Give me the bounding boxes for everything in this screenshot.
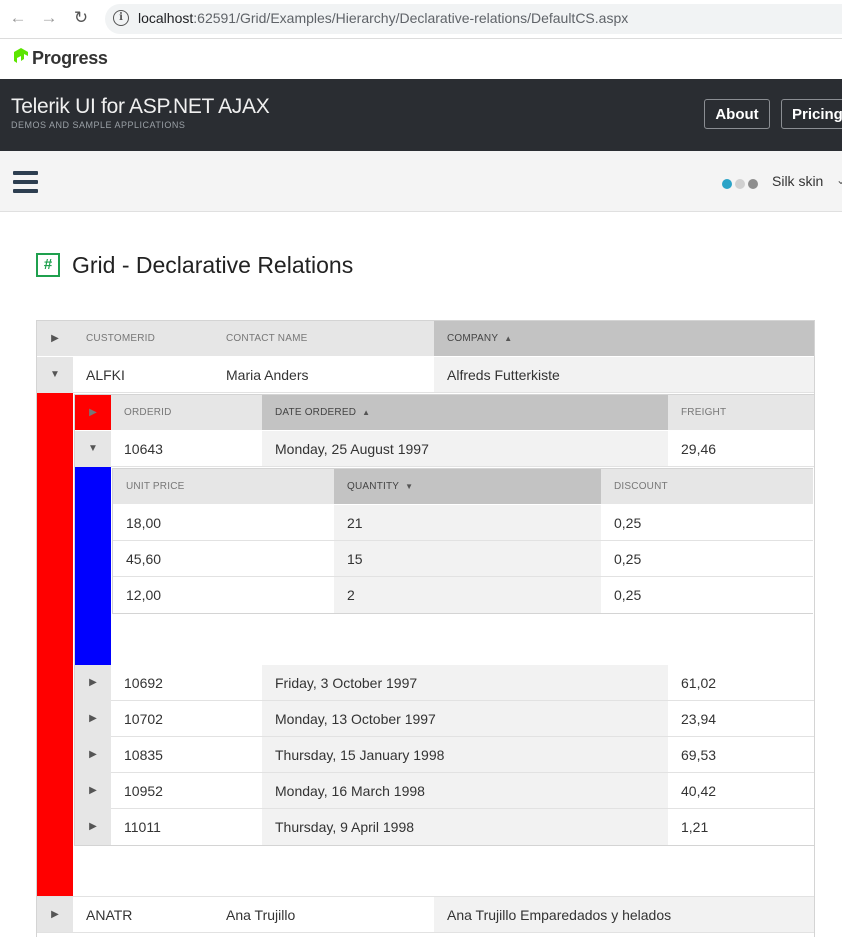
orders-expand-header-icon[interactable]: ▶ [75, 395, 111, 430]
chevron-down-icon[interactable]: ⌄ [836, 173, 842, 187]
expand-row-icon[interactable]: ▶ [75, 773, 111, 809]
header-customer-id[interactable]: CUSTOMERID [73, 321, 213, 356]
freight-cell: 40,42 [681, 783, 717, 799]
menu-hamburger-icon[interactable] [13, 171, 39, 195]
expand-row-icon[interactable]: ▶ [75, 809, 111, 845]
freight-cell: 61,02 [681, 675, 717, 691]
order-id-cell: 10835 [124, 747, 163, 763]
row-divider [111, 466, 814, 467]
order-id-cell: 11011 [124, 819, 161, 835]
brand-title[interactable]: Telerik UI for ASP.NET AJAX [11, 95, 270, 119]
expand-row-icon[interactable]: ▶ [75, 737, 111, 773]
freight-cell: 23,94 [681, 711, 717, 727]
skin-dot-3 [748, 179, 758, 189]
header-company-label: COMPANY [447, 333, 499, 344]
unit-price-cell: 12,00 [126, 587, 162, 603]
demo-toolbar [0, 151, 842, 212]
progress-logo-text[interactable]: Progress [32, 48, 108, 69]
header-date-ordered-label: DATE ORDERED [275, 407, 357, 418]
sort-ascending-icon[interactable]: ▲ [362, 408, 370, 417]
brand-subtitle: DEMOS AND SAMPLE APPLICATIONS [11, 120, 186, 130]
header-contact-name[interactable]: CONTACT NAME [213, 321, 434, 356]
info-icon[interactable]: i [113, 10, 129, 26]
level1-indent-marker [37, 393, 73, 897]
expand-row-icon[interactable]: ▶ [37, 897, 73, 933]
skin-selector-label[interactable]: Silk skin [772, 173, 823, 189]
order-id-cell: 10643 [124, 441, 163, 457]
progress-logo-icon[interactable] [12, 47, 30, 65]
back-arrow-icon[interactable]: ← [8, 8, 28, 28]
customer-id-cell: ALFKI [86, 367, 125, 383]
unit-price-cell: 18,00 [126, 515, 162, 531]
pricing-button[interactable]: Pricing [781, 99, 842, 129]
header-quantity-label: QUANTITY [347, 481, 400, 492]
header-date-ordered[interactable]: DATE ORDERED ▲ [262, 395, 668, 430]
expand-collapse-icon[interactable]: ▶ [37, 321, 73, 356]
collapse-row-icon[interactable]: ▼ [37, 357, 73, 393]
date-ordered-cell: Thursday, 15 January 1998 [262, 737, 668, 773]
order-id-cell: 10952 [124, 783, 163, 799]
progress-strip [0, 39, 842, 79]
date-ordered-cell: Monday, 25 August 1997 [262, 431, 668, 467]
grid-icon: # [36, 253, 60, 277]
date-ordered-cell: Monday, 13 October 1997 [262, 701, 668, 737]
collapse-row-icon[interactable]: ▼ [75, 431, 111, 467]
row-divider [73, 392, 814, 393]
discount-cell: 0,25 [614, 551, 642, 567]
header-unit-price[interactable]: UNIT PRICE [113, 469, 334, 504]
level2-indent-marker [75, 467, 111, 665]
expand-row-icon[interactable]: ▶ [75, 701, 111, 737]
discount-cell: 0,25 [614, 515, 642, 531]
sort-ascending-icon[interactable]: ▲ [504, 334, 512, 343]
quantity-cell: 15 [334, 541, 601, 577]
forward-arrow-icon[interactable]: → [39, 8, 59, 28]
url-path: :62591/Grid/Examples/Hierarchy/Declarati… [193, 10, 629, 26]
page-title: Grid - Declarative Relations [72, 252, 354, 278]
date-ordered-cell: Friday, 3 October 1997 [262, 665, 668, 701]
discount-cell: 0,25 [614, 587, 642, 603]
header-order-id[interactable]: ORDERID [111, 395, 262, 430]
quantity-cell: 21 [334, 505, 601, 541]
date-ordered-cell: Thursday, 9 April 1998 [262, 809, 668, 845]
sort-descending-icon[interactable]: ▼ [405, 482, 413, 491]
company-cell: Alfreds Futterkiste [434, 357, 814, 393]
skin-dot-2 [735, 179, 745, 189]
expand-row-icon[interactable]: ▶ [75, 665, 111, 701]
company-cell: Ana Trujillo Emparedados y helados [434, 897, 814, 933]
contact-name-cell: Maria Anders [226, 367, 309, 383]
order-id-cell: 10692 [124, 675, 163, 691]
reload-icon[interactable]: ↻ [71, 8, 91, 28]
header-company[interactable]: COMPANY ▲ [434, 321, 814, 356]
contact-name-cell: Ana Trujillo [226, 907, 296, 923]
skin-dot-1 [722, 179, 732, 189]
row-divider [37, 932, 814, 933]
header-freight[interactable]: FREIGHT [668, 395, 814, 430]
freight-cell: 29,46 [681, 441, 717, 457]
url-text[interactable]: localhost:62591/Grid/Examples/Hierarchy/… [138, 10, 628, 26]
order-id-cell: 10702 [124, 711, 163, 727]
customer-id-cell: ANATR [86, 907, 133, 923]
header-discount[interactable]: DISCOUNT [601, 469, 813, 504]
date-ordered-cell: Monday, 16 March 1998 [262, 773, 668, 809]
skin-color-dots[interactable] [722, 176, 761, 194]
about-button[interactable]: About [704, 99, 770, 129]
freight-cell: 69,53 [681, 747, 717, 763]
unit-price-cell: 45,60 [126, 551, 162, 567]
header-quantity[interactable]: QUANTITY ▼ [334, 469, 601, 504]
url-host: localhost [138, 10, 194, 26]
freight-cell: 1,21 [681, 819, 709, 835]
quantity-cell: 2 [334, 577, 601, 613]
